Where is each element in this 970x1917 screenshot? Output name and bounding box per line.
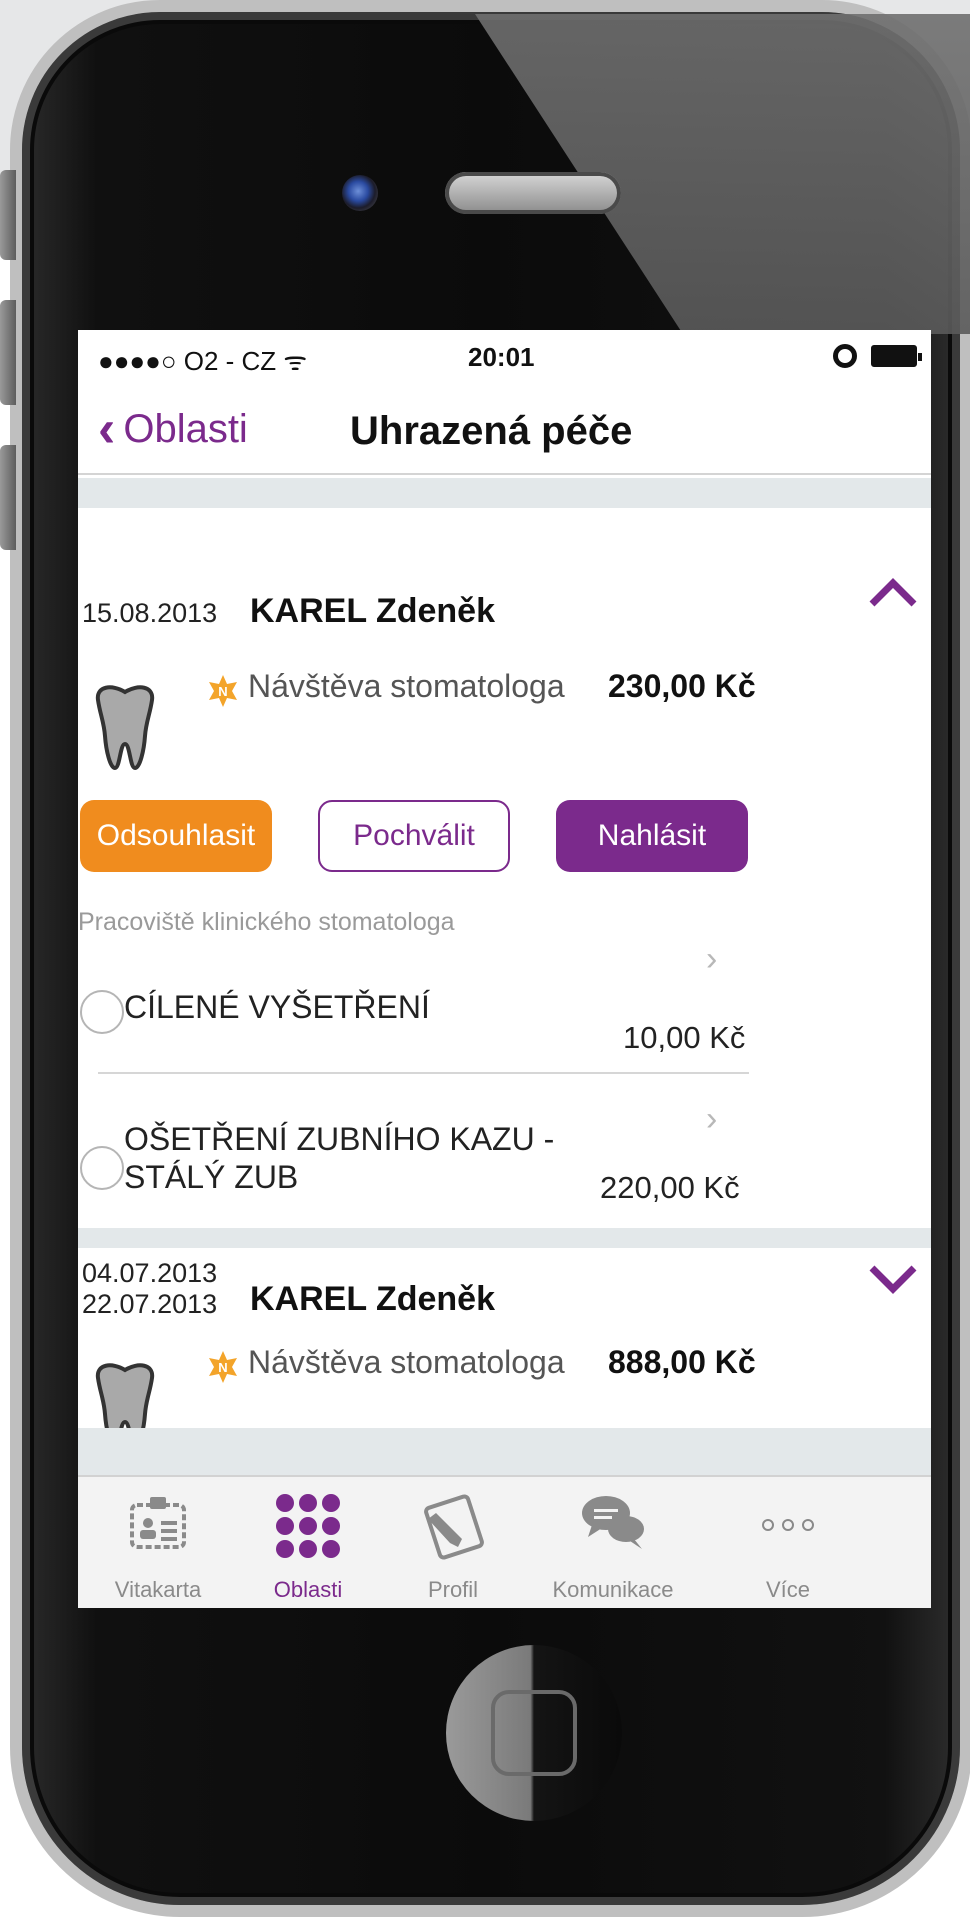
- item-radio[interactable]: [80, 990, 124, 1034]
- tab-label: Oblasti: [273, 1577, 343, 1602]
- chevron-down-icon[interactable]: [868, 1260, 918, 1305]
- report-button[interactable]: Nahlásit: [556, 800, 748, 872]
- section-label: Pracoviště klinického stomatologa: [78, 908, 455, 936]
- chevron-left-icon: ‹: [98, 400, 116, 458]
- earpiece-speaker: [445, 172, 621, 214]
- tab-label: Profil: [427, 1577, 479, 1602]
- card-date-end: 22.07.2013: [82, 1289, 218, 1319]
- item-name-line1: OŠETŘENÍ ZUBNÍHO KAZU -: [124, 1121, 555, 1157]
- visit-type: Návštěva stomatologa: [248, 668, 565, 704]
- item-name: OŠETŘENÍ ZUBNÍHO KAZU - STÁLÝ ZUB: [124, 1120, 554, 1196]
- carrier-text: ●●●●○ O2 - CZ ᯤ: [98, 346, 308, 376]
- back-button[interactable]: ‹ Oblasti: [98, 403, 248, 455]
- more-dots-icon: [762, 1519, 814, 1531]
- chat-bubbles-icon: [582, 1496, 644, 1549]
- card-date: 15.08.2013: [82, 598, 218, 628]
- back-label: Oblasti: [123, 406, 248, 451]
- tab-label: Více: [765, 1577, 811, 1602]
- card-patient-name: KAREL Zdeněk: [250, 1280, 495, 1318]
- section-separator: [78, 478, 931, 508]
- odsouhlasit-button[interactable]: Odsouhlasit: [80, 800, 272, 872]
- battery-icon: [871, 345, 922, 367]
- item-name: CÍLENÉ VYŠETŘENÍ: [124, 989, 430, 1025]
- section-separator: [78, 1428, 931, 1478]
- section-separator: [78, 1228, 931, 1248]
- front-camera: [342, 175, 378, 211]
- side-switch: [0, 170, 16, 260]
- grid-dots-icon: [276, 1494, 340, 1558]
- alarm-icon: [833, 344, 857, 368]
- status-right-icons: [833, 344, 922, 368]
- tab-label: Komunikace: [552, 1577, 674, 1602]
- home-button[interactable]: [446, 1645, 622, 1821]
- new-badge-icon: N: [209, 1351, 237, 1383]
- page-title: Uhrazená péče: [350, 409, 633, 453]
- card-amount: 230,00 Kč: [608, 668, 756, 704]
- tooth-icon: [95, 685, 155, 771]
- card-date-range: 04.07.2013 22.07.2013: [82, 1258, 217, 1320]
- new-badge-icon: N: [209, 675, 237, 707]
- tab-label: Vitakarta: [114, 1577, 202, 1602]
- item-divider: [98, 1072, 749, 1074]
- praise-button[interactable]: Pochválit: [318, 800, 510, 872]
- volume-up-button: [0, 300, 16, 405]
- card-amount: 888,00 Kč: [608, 1344, 756, 1380]
- card-patient-name: KAREL Zdeněk: [250, 592, 495, 630]
- visit-type: Návštěva stomatologa: [248, 1344, 565, 1380]
- card-date-start: 04.07.2013: [82, 1258, 218, 1288]
- navigation-bar: ‹ Oblasti Uhrazená péče: [78, 385, 931, 475]
- chevron-right-icon[interactable]: ›: [706, 1100, 717, 1139]
- screen: ●●●●○ O2 - CZ ᯤ 20:01 ‹ Oblasti Uhrazená…: [78, 330, 931, 1608]
- status-bar: ●●●●○ O2 - CZ ᯤ 20:01: [78, 330, 931, 380]
- item-amount: 10,00 Kč: [623, 1020, 746, 1055]
- home-square-icon: [491, 1690, 577, 1776]
- tab-bar: Vitakarta Oblasti Profil Komunikace Více: [78, 1475, 931, 1608]
- chevron-up-icon[interactable]: [868, 575, 918, 620]
- pencil-doc-icon: [424, 1494, 484, 1560]
- svg-text:N: N: [218, 684, 227, 699]
- volume-down-button: [0, 445, 16, 550]
- status-time: 20:01: [468, 342, 535, 372]
- chevron-right-icon[interactable]: ›: [706, 940, 717, 979]
- item-radio[interactable]: [80, 1146, 124, 1190]
- id-card-icon: [130, 1497, 186, 1549]
- item-name-line2: STÁLÝ ZUB: [124, 1159, 299, 1195]
- item-amount: 220,00 Kč: [600, 1170, 740, 1205]
- svg-text:N: N: [218, 1360, 227, 1375]
